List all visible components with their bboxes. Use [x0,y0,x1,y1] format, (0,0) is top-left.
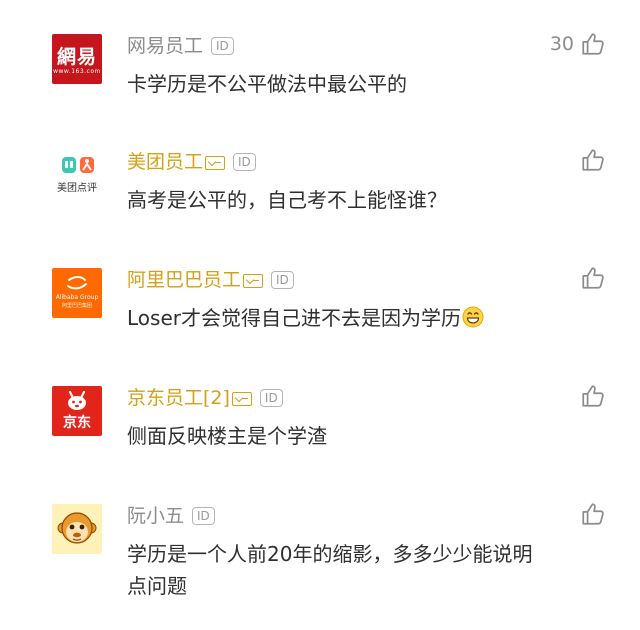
comment-header: 网易员工 ID [127,34,234,58]
like-button[interactable]: 30 [550,28,606,60]
meituan-logo-icon [62,157,94,173]
verified-badge-icon [231,391,252,406]
verified-badge-icon [243,273,264,288]
netease-logo-text: 網易 [56,46,97,68]
username-text: 京东员工[2] [127,387,230,409]
like-button[interactable] [580,144,606,176]
avatar[interactable] [52,504,102,554]
username[interactable]: 阿里巴巴员工 [127,268,264,292]
comment-text: 学历是一个人前20年的缩影，多多少少能说明点问题 [127,542,533,598]
comment-text: Loser才会觉得自己进不去是因为学历 [127,302,567,334]
alibaba-logo-icon [67,276,87,290]
thumbs-up-icon [582,267,604,289]
jd-dog-logo-icon [68,390,86,410]
netease-logo-sub: www.163.com [53,68,101,75]
username-text: 阿里巴巴员工 [127,269,242,291]
comment-list: 網易 www.163.com 网易员工 ID 卡学历是不公平做法中最公平的 30 [0,0,640,630]
like-button[interactable] [580,380,606,412]
comment-header: 阿里巴巴员工 ID [127,268,294,292]
username[interactable]: 美团员工 [127,150,226,174]
thumbs-up-icon [582,149,604,171]
comment-header: 京东员工[2] ID [127,386,283,410]
monkey-avatar-icon [57,512,97,544]
alibaba-logo-text: Alibaba Group [55,294,99,301]
comment-text: 侧面反映楼主是个学渣 [127,424,327,448]
id-badge: ID [259,389,283,407]
avatar[interactable]: 美团点评 [52,150,102,200]
avatar[interactable]: Alibaba Group 阿里巴巴集团 [52,268,102,318]
thumbs-up-icon [582,503,604,525]
comment-text-content: Loser才会觉得自己进不去是因为学历 [127,306,461,330]
grinning-face-emoji [462,306,484,328]
meituan-logo-text: 美团点评 [57,183,97,194]
id-badge: ID [192,507,215,525]
comment-header: 阮小五 ID [127,504,215,528]
comment-text: 高考是公平的，自己考不上能怪谁？ [127,188,447,212]
avatar[interactable]: 京东 [52,386,102,436]
verified-badge-icon [205,155,226,170]
id-badge: ID [233,153,256,171]
thumbs-up-icon [582,385,604,407]
id-badge: ID [271,271,294,289]
alibaba-logo-sub: 阿里巴巴集团 [61,303,92,309]
thumbs-up-icon [582,33,604,55]
like-button[interactable] [580,498,606,530]
comment-text: 卡学历是不公平做法中最公平的 [127,72,407,96]
like-button[interactable] [580,262,606,294]
avatar[interactable]: 網易 www.163.com [52,34,102,84]
username-text: 美团员工 [127,151,204,173]
like-count: 30 [549,33,574,55]
username[interactable]: 网易员工 [127,34,203,58]
username[interactable]: 京东员工[2] [127,386,252,410]
id-badge: ID [211,37,234,55]
comment-header: 美团员工 ID [127,150,256,174]
username[interactable]: 阮小五 [127,504,184,528]
jd-logo-text: 京东 [63,415,91,431]
